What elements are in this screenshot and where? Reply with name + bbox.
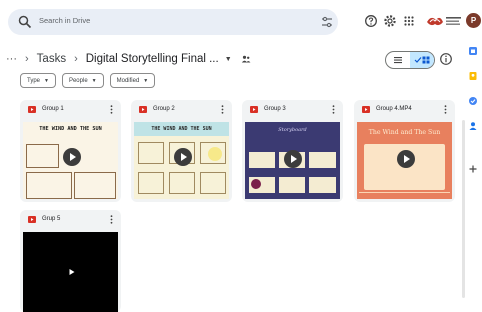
add-icon[interactable] <box>468 164 478 174</box>
chevron-down-icon: ▼ <box>91 77 97 84</box>
more-vert-icon[interactable] <box>110 105 113 114</box>
file-thumbnail[interactable]: Storyboard <box>245 122 340 199</box>
scrollbar[interactable] <box>462 120 465 298</box>
more-vert-icon[interactable] <box>444 105 447 114</box>
more-vert-icon[interactable] <box>221 105 224 114</box>
thumbnail-frame <box>249 152 275 168</box>
file-thumbnail[interactable] <box>23 232 118 312</box>
list-view-button[interactable] <box>386 52 410 68</box>
settings-icon[interactable] <box>383 14 397 28</box>
thumbnail-frame <box>74 172 116 199</box>
modified-filter-chip[interactable]: Modified ▼ <box>109 73 156 88</box>
breadcrumb-item-tasks[interactable]: Tasks <box>37 53 66 65</box>
file-card-group-3[interactable]: Group 3 Storyboard <box>242 100 343 202</box>
breadcrumb-current-folder[interactable]: Digital Storytelling Final ... <box>86 53 219 65</box>
apps-grid-icon[interactable] <box>402 14 416 28</box>
info-icon[interactable] <box>439 52 453 66</box>
thumbnail-frame <box>309 177 336 193</box>
file-card-header: Group 2 <box>131 100 232 118</box>
chevron-down-icon: ▼ <box>44 77 49 84</box>
tasks-icon[interactable] <box>468 96 478 106</box>
file-thumbnail[interactable]: The Wind and The Sun <box>357 122 452 199</box>
file-card-header: Group 4.MP4 <box>354 100 455 118</box>
contacts-icon[interactable] <box>468 121 478 131</box>
file-card-header: Group 3 <box>242 100 343 118</box>
thumbnail-title: Storyboard <box>278 127 307 133</box>
breadcrumb: ··· › Tasks › Digital Storytelling Final… <box>6 49 251 69</box>
thumbnail-title: The Wind and The Sun <box>368 129 441 136</box>
thumbnail-title: THE WIND AND THE SUN <box>39 126 102 132</box>
file-name: Group 2 <box>153 106 175 112</box>
video-file-icon <box>139 106 147 113</box>
filter-chips: Type ▼ People ▼ Modified ▼ <box>20 73 156 88</box>
view-toggle <box>385 51 435 69</box>
tune-icon[interactable] <box>320 15 334 29</box>
file-name: Group 3 <box>264 106 286 112</box>
thumbnail-frame <box>309 152 336 168</box>
file-card-header: Group 1 <box>20 100 121 118</box>
shared-folder-icon <box>241 55 251 63</box>
file-name: Group 4.MP4 <box>376 106 412 112</box>
play-icon[interactable] <box>68 268 76 276</box>
thumbnail-frame <box>26 172 72 199</box>
file-name: Group 1 <box>42 106 64 112</box>
search-input[interactable]: Search in Drive <box>39 16 90 25</box>
file-card-group-1[interactable]: Group 1 THE WIND AND THE SUN <box>20 100 121 202</box>
thumbnail-frame <box>138 142 164 164</box>
chip-label: People <box>68 77 88 84</box>
more-vert-icon[interactable] <box>332 105 335 114</box>
play-icon[interactable] <box>284 150 302 168</box>
people-filter-chip[interactable]: People ▼ <box>61 73 104 88</box>
search-icon[interactable] <box>17 14 33 30</box>
file-name: Grup 5 <box>42 216 61 222</box>
play-icon[interactable] <box>63 148 81 166</box>
help-icon[interactable] <box>364 14 378 28</box>
chevron-right-icon: › <box>25 53 29 65</box>
top-bar: Search in Drive P <box>0 0 482 40</box>
thumbnail-frame <box>26 144 59 168</box>
organization-logo <box>427 17 461 26</box>
sun-illustration <box>208 147 222 161</box>
thumbnail-frame <box>200 172 226 194</box>
search-bar[interactable]: Search in Drive <box>8 9 338 35</box>
chip-label: Type <box>27 77 41 84</box>
file-thumbnail[interactable]: THE WIND AND THE SUN <box>134 122 229 199</box>
type-filter-chip[interactable]: Type ▼ <box>20 73 56 88</box>
thumbnail-border-line <box>359 192 450 193</box>
thumbnail-frame <box>169 172 195 194</box>
file-card-group-5[interactable]: Grup 5 <box>20 210 121 312</box>
file-thumbnail[interactable]: THE WIND AND THE SUN <box>23 122 118 199</box>
chip-label: Modified <box>116 77 140 84</box>
chevron-right-icon: › <box>74 53 78 65</box>
video-file-icon <box>250 106 258 113</box>
video-file-icon <box>28 216 36 223</box>
thumbnail-title: THE WIND AND THE SUN <box>151 126 212 132</box>
avatar[interactable]: P <box>466 13 481 28</box>
folder-menu-dropdown-icon[interactable]: ▼ <box>225 56 232 63</box>
file-card-header: Grup 5 <box>20 210 121 228</box>
more-vert-icon[interactable] <box>110 215 113 224</box>
file-card-group-2[interactable]: Group 2 THE WIND AND THE SUN <box>131 100 232 202</box>
keep-icon[interactable] <box>468 71 478 81</box>
thumbnail-frame <box>279 177 305 193</box>
grid-view-icon <box>422 56 430 64</box>
play-icon[interactable] <box>174 148 192 166</box>
grid-view-button[interactable] <box>410 52 434 68</box>
thumbnail-frame <box>138 172 164 194</box>
breadcrumb-more[interactable]: ··· <box>6 53 17 65</box>
list-view-icon <box>394 57 402 64</box>
play-icon[interactable] <box>397 150 415 168</box>
video-file-icon <box>28 106 36 113</box>
video-file-icon <box>362 106 370 113</box>
calendar-icon[interactable] <box>468 46 478 56</box>
thumbnail-decoration <box>251 179 261 189</box>
file-card-group-4[interactable]: Group 4.MP4 The Wind and The Sun <box>354 100 455 202</box>
check-icon <box>414 57 422 63</box>
chevron-down-icon: ▼ <box>143 77 149 84</box>
